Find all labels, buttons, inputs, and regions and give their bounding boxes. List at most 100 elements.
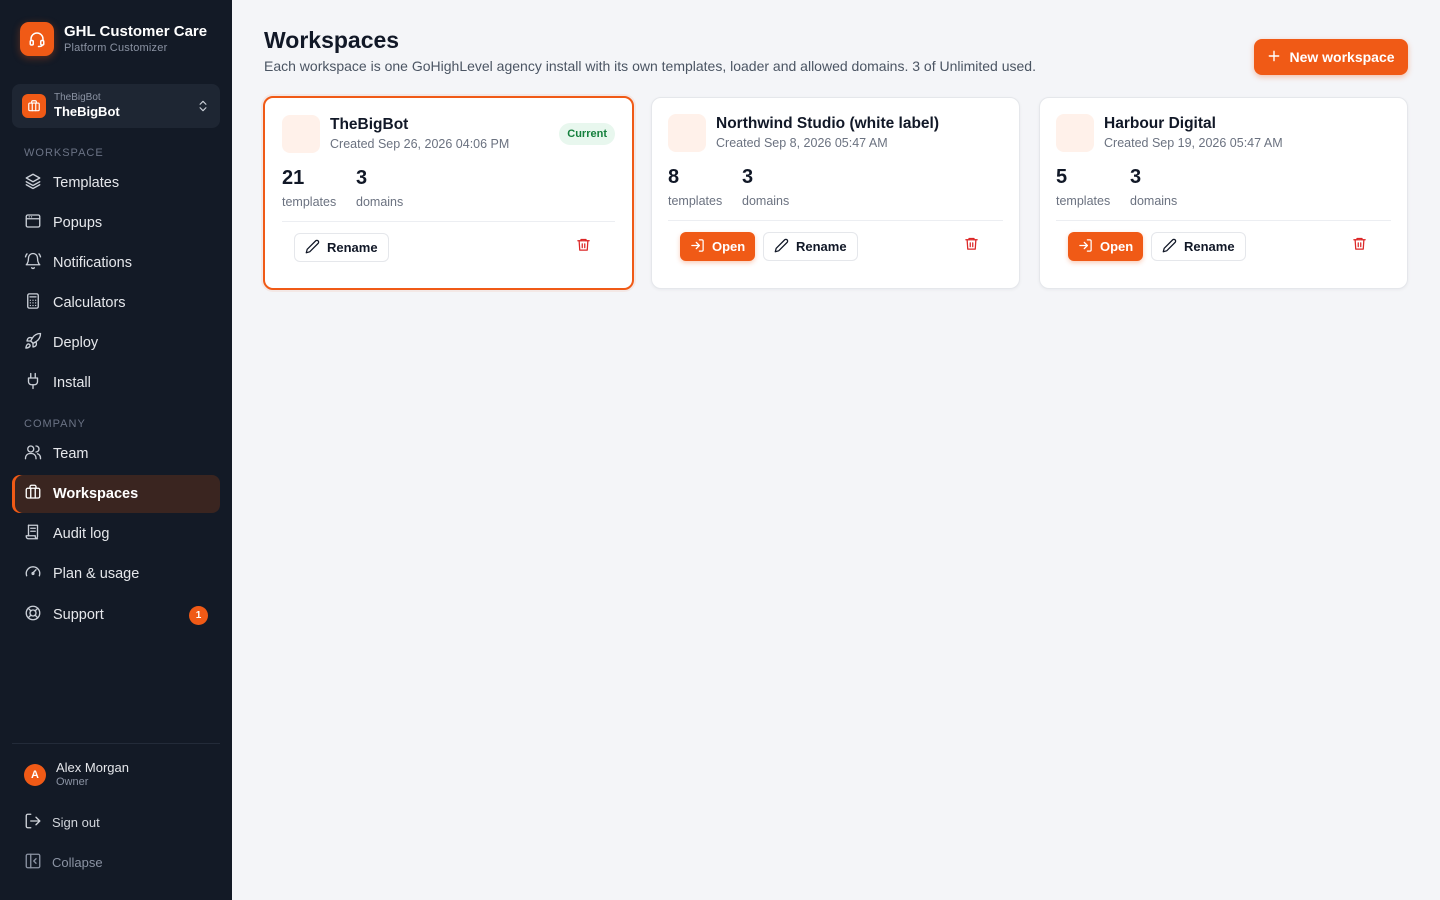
sidebar-item-label: Install [53, 375, 91, 391]
templates-count: 8 [668, 166, 680, 188]
sidebar-item-support[interactable]: Support 1 [12, 596, 220, 634]
sidebar: GHL Customer Care Platform Customizer Th… [0, 0, 232, 900]
bell-icon [24, 252, 42, 274]
rename-button[interactable]: Rename [763, 232, 858, 261]
sign-out-button[interactable]: Sign out [24, 812, 100, 833]
workspace-card-northwind: Northwind Studio (white label) Created S… [651, 97, 1020, 289]
delete-button[interactable] [960, 235, 982, 257]
briefcase-icon [22, 94, 46, 118]
sidebar-item-popups[interactable]: Popups [12, 204, 220, 242]
layers-icon [24, 172, 42, 194]
templates-label: templates [282, 195, 337, 209]
sidebar-item-deploy[interactable]: Deploy [12, 324, 220, 362]
open-button[interactable]: Open [680, 232, 756, 261]
user-name: Alex Morgan [56, 760, 129, 775]
brand-subtitle: Platform Customizer [64, 42, 168, 54]
sidebar-item-team[interactable]: Team [12, 435, 220, 473]
workspace-created: Created Sep 8, 2026 05:47 AM [716, 136, 888, 150]
new-workspace-label: New workspace [1289, 49, 1395, 65]
sidebar-item-plan-usage[interactable]: Plan & usage [12, 555, 220, 593]
rename-button[interactable]: Rename [1151, 232, 1246, 261]
sidebar-item-label: Calculators [53, 295, 126, 311]
open-label: Open [1100, 239, 1134, 254]
collapse-label: Collapse [52, 855, 103, 870]
sidebar-item-label: Team [53, 446, 89, 462]
sidebar-item-label: Workspaces [53, 486, 139, 502]
avatar: A [24, 763, 46, 786]
collapse-button[interactable]: Collapse [24, 852, 103, 873]
workspace-switcher-name: TheBigBot [54, 104, 120, 119]
gauge-icon [24, 563, 42, 585]
rocket-icon [24, 332, 42, 354]
user-profile[interactable]: A Alex Morgan Owner [24, 760, 129, 789]
section-label-workspace: WORKSPACE [24, 147, 104, 159]
workspace-name: Northwind Studio (white label) [716, 115, 940, 132]
workspace-switcher-label: TheBigBot [54, 92, 101, 103]
section-label-company: COMPANY [24, 418, 86, 430]
plug-icon [24, 372, 42, 394]
domains-count: 3 [356, 167, 368, 189]
rename-label: Rename [796, 239, 847, 254]
sidebar-item-calculators[interactable]: Calculators [12, 284, 220, 322]
trash-icon [576, 237, 591, 257]
sidebar-item-workspaces[interactable]: Workspaces [12, 475, 220, 513]
users-icon [24, 443, 42, 465]
sidebar-item-install[interactable]: Install [12, 364, 220, 402]
pencil-icon [305, 239, 320, 257]
workspace-created: Created Sep 26, 2026 04:06 PM [330, 137, 510, 151]
user-role: Owner [56, 776, 89, 788]
sidebar-item-audit-log[interactable]: Audit log [12, 515, 220, 553]
pencil-icon [774, 238, 789, 256]
workspace-switcher[interactable]: TheBigBot TheBigBot [12, 84, 220, 128]
trash-icon [1352, 236, 1367, 256]
domains-stat: 3 domains [742, 165, 789, 210]
headset-icon [20, 22, 54, 56]
workspace-card-harbour: Harbour Digital Created Sep 19, 2026 05:… [1039, 97, 1408, 289]
domains-label: domains [1130, 194, 1178, 208]
sidebar-item-label: Plan & usage [53, 566, 140, 582]
brand-title: GHL Customer Care [64, 23, 208, 40]
rename-label: Rename [1184, 239, 1235, 254]
open-button[interactable]: Open [1068, 232, 1144, 261]
sidebar-item-notifications[interactable]: Notifications [12, 244, 220, 282]
sidebar-item-label: Notifications [53, 255, 132, 271]
delete-button[interactable] [572, 236, 594, 258]
sidebar-item-label: Templates [53, 175, 120, 191]
domains-count: 3 [742, 166, 754, 188]
log-icon [24, 523, 42, 545]
domains-stat: 3 domains [356, 166, 403, 211]
workspace-created: Created Sep 19, 2026 05:47 AM [1104, 136, 1283, 150]
calculator-icon [24, 292, 42, 314]
enter-icon [1078, 238, 1093, 256]
collapse-sidebar-icon [24, 852, 42, 873]
domains-count: 3 [1130, 166, 1142, 188]
rename-label: Rename [327, 240, 378, 255]
chevron-up-down-icon [196, 99, 210, 113]
sidebar-item-label: Deploy [53, 335, 99, 351]
page-subtitle: Each workspace is one GoHighLevel agency… [264, 58, 1036, 74]
delete-button[interactable] [1348, 235, 1370, 257]
sign-out-label: Sign out [52, 815, 100, 830]
enter-icon [690, 238, 705, 256]
sidebar-item-templates[interactable]: Templates [12, 164, 220, 202]
new-workspace-button[interactable]: New workspace [1254, 39, 1408, 75]
workspace-thumbnail [1056, 114, 1094, 152]
lifebuoy-icon [24, 604, 42, 626]
card-divider [668, 220, 1003, 221]
current-badge: Current [559, 123, 615, 145]
page-title: Workspaces [264, 27, 400, 53]
workspace-thumbnail [282, 115, 320, 153]
workspace-card-thebigbot: TheBigBot Created Sep 26, 2026 04:06 PM … [263, 96, 634, 290]
brand: GHL Customer Care Platform Customizer [20, 22, 207, 56]
card-divider [282, 221, 615, 222]
templates-label: templates [1056, 194, 1111, 208]
rename-button[interactable]: Rename [294, 233, 389, 262]
workspace-name: TheBigBot [330, 116, 409, 133]
plus-icon [1267, 49, 1281, 66]
sign-out-icon [24, 812, 42, 833]
templates-count: 5 [1056, 166, 1068, 188]
window-icon [24, 212, 42, 234]
templates-stat: 8 templates [668, 165, 722, 210]
support-count-badge: 1 [189, 605, 208, 625]
pencil-icon [1162, 238, 1177, 256]
